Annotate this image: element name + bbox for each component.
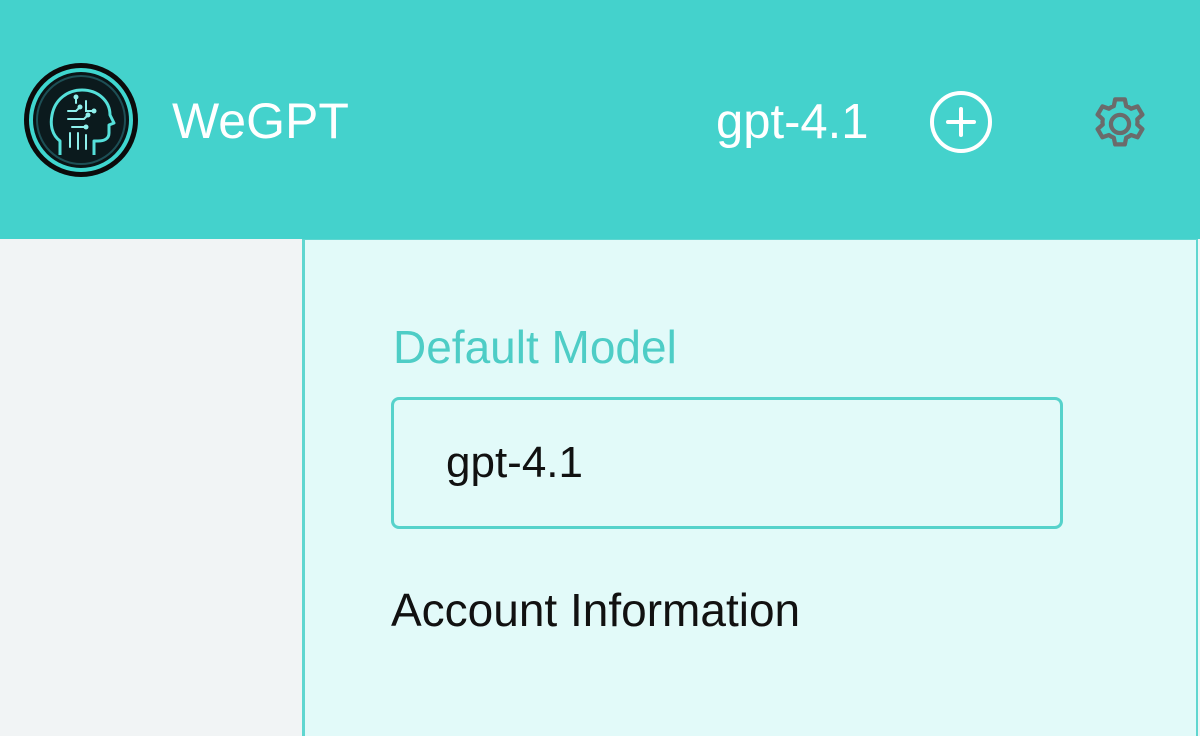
sidebar [0, 239, 302, 736]
app-title: WeGPT [172, 93, 349, 149]
app-logo [24, 63, 138, 177]
default-model-label: Default Model [393, 321, 677, 373]
top-bar: WeGPT gpt-4.1 [0, 0, 1200, 239]
default-model-input[interactable] [391, 397, 1063, 529]
gear-icon [1095, 97, 1145, 147]
account-information-heading: Account Information [391, 584, 801, 636]
current-model-label[interactable]: gpt-4.1 [716, 93, 869, 151]
app-window: WeGPT gpt-4.1 Default Model Account Info… [0, 0, 1200, 736]
plus-circle-icon [930, 91, 992, 153]
brain-head-icon [29, 68, 133, 172]
settings-panel: Default Model Account Information [302, 239, 1198, 736]
new-chat-button[interactable] [928, 89, 994, 155]
settings-button[interactable] [1086, 88, 1154, 156]
